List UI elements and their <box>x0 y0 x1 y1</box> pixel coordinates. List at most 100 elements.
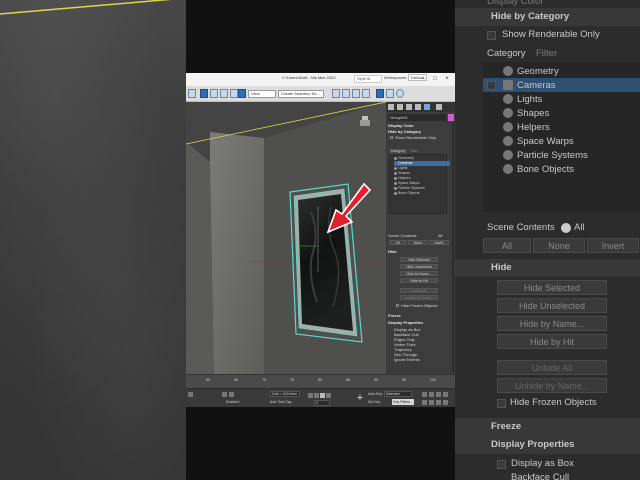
zoom-cat-6: Particle Systems <box>517 150 588 161</box>
zoom-freeze-title: Freeze <box>491 421 522 432</box>
bone-icon <box>394 192 397 195</box>
material-editor-icon[interactable] <box>376 89 384 98</box>
render-icon[interactable] <box>396 89 404 98</box>
next-frame-icon[interactable] <box>326 393 331 398</box>
window-crossing-icon[interactable] <box>230 89 238 98</box>
renderable-checkbox[interactable] <box>390 136 393 139</box>
show-renderable-label: Show Renderable Only <box>395 135 437 140</box>
zoom-hide-title: Hide <box>491 262 512 273</box>
zoom-shape-icon <box>503 108 513 118</box>
isolate-icon[interactable] <box>222 392 227 397</box>
geometry-icon <box>394 157 397 160</box>
zoom-btn-invert: Invert <box>587 238 639 253</box>
close-button[interactable]: × <box>442 75 452 84</box>
unhide-by-name-button[interactable]: Unhide by Name... <box>400 295 438 300</box>
scene-all-radio[interactable]: All <box>438 233 442 238</box>
timeline-tick: 60 <box>206 378 210 382</box>
zoom-backface-cull: Backface Cull <box>511 472 570 480</box>
object-name-field[interactable]: Group001 <box>388 114 446 121</box>
set-key-plus-icon[interactable]: + <box>354 392 366 404</box>
hide-by-name-button[interactable]: Hide by Name... <box>400 271 438 276</box>
script-listener-icon[interactable] <box>188 392 193 397</box>
background-wall-blur <box>0 0 186 480</box>
zoom-tab-category: Category <box>487 48 526 59</box>
timeline-tick: 75 <box>290 378 294 382</box>
title-bar: C:\Users\Staff - 3ds Max 2023 Style M Wo… <box>186 73 455 86</box>
move-icon[interactable] <box>238 89 246 98</box>
main-toolbar: View Create Selection Se... <box>186 86 455 102</box>
render-setup-icon[interactable] <box>386 89 394 98</box>
window-title: C:\Users\Staff - 3ds Max 2023 <box>282 75 336 80</box>
display-color-rollout[interactable]: Display Color <box>388 123 414 128</box>
zoom-hide-unselected: Hide Unselected <box>497 298 607 313</box>
hide-selected-button[interactable]: Hide Selected <box>400 257 438 262</box>
reference-coord-dropdown[interactable]: View <box>248 90 276 98</box>
timeline-tick: 85 <box>346 378 350 382</box>
shape-icon <box>394 172 397 175</box>
invert-button[interactable]: Invert <box>429 240 449 245</box>
display-tab-icon[interactable] <box>424 104 430 110</box>
timeline-tick: 65 <box>234 378 238 382</box>
zoom-hide-selected: Hide Selected <box>497 280 607 295</box>
display-properties-rollout[interactable]: Display Properties <box>388 320 423 325</box>
orbit-icon[interactable] <box>443 392 448 397</box>
auto-key[interactable]: Auto Key <box>368 392 382 396</box>
object-color-swatch[interactable] <box>448 114 454 121</box>
style-search[interactable]: Style M <box>354 75 382 83</box>
zoom-radio-icon <box>561 223 571 233</box>
rect-region-icon[interactable] <box>220 89 228 98</box>
select-object-icon[interactable] <box>200 89 208 98</box>
perspective-viewport[interactable] <box>186 102 386 374</box>
hide-unselected-button[interactable]: Hide Unselected <box>400 264 438 269</box>
hide-frozen-checkbox[interactable] <box>396 304 399 307</box>
hide-by-hit-button[interactable]: Hide by Hit <box>400 278 438 283</box>
fov-icon[interactable] <box>422 400 427 405</box>
scene-explorer-icon[interactable] <box>362 89 370 98</box>
add-time-tag[interactable]: Add Time Tag <box>270 400 291 404</box>
maximize-viewport-icon[interactable] <box>436 400 441 405</box>
particle-icon <box>394 187 397 190</box>
select-by-name-icon[interactable] <box>210 89 218 98</box>
maximize-button[interactable]: □ <box>430 75 440 84</box>
category-item[interactable]: Bone Objects <box>398 191 420 196</box>
key-filters-button[interactable]: Key Filters... <box>392 399 414 405</box>
zoom-scene-all: All <box>574 222 585 233</box>
lock-icon[interactable] <box>229 392 234 397</box>
select-link-icon[interactable] <box>188 89 196 98</box>
utilities-tab-icon[interactable] <box>436 104 442 110</box>
freeze-rollout[interactable]: Freeze <box>388 313 401 318</box>
play-controls-icon[interactable] <box>308 393 313 398</box>
timeline[interactable]: 60 65 70 75 80 85 90 95 100 <box>186 374 455 388</box>
selected-dropdown[interactable]: Selected <box>384 391 412 397</box>
zoom-camera-icon <box>503 80 513 90</box>
motion-tab-icon[interactable] <box>415 104 421 110</box>
all-button[interactable]: All <box>389 240 407 245</box>
mirror-icon[interactable] <box>332 89 340 98</box>
hide-by-category-rollout[interactable]: Hide by Category <box>388 129 421 134</box>
command-panel-tabs <box>386 102 455 112</box>
modify-tab-icon[interactable] <box>397 104 403 110</box>
panel-scrollbar[interactable] <box>452 122 454 372</box>
prop-item[interactable]: Ignore Extents <box>394 357 420 362</box>
hierarchy-tab-icon[interactable] <box>406 104 412 110</box>
zoom-icon[interactable] <box>422 392 427 397</box>
walk-icon[interactable] <box>429 400 434 405</box>
region-zoom-icon[interactable] <box>443 400 448 405</box>
pan-icon[interactable] <box>436 392 441 397</box>
frame-field[interactable]: 0 <box>314 400 330 406</box>
play-icon[interactable] <box>320 393 325 398</box>
set-key[interactable]: Set Key <box>368 400 380 404</box>
selection-set-dropdown[interactable]: Create Selection Se... <box>278 90 324 98</box>
max-window: C:\Users\Staff - 3ds Max 2023 Style M Wo… <box>186 73 455 407</box>
prev-frame-icon[interactable] <box>314 393 319 398</box>
unhide-all-button[interactable]: Unhide All <box>400 288 438 293</box>
minimize-button[interactable]: – <box>418 75 428 84</box>
zoom-display-props-title: Display Properties <box>491 439 575 450</box>
zoom-all-icon[interactable] <box>429 392 434 397</box>
zoom-btn-none: None <box>533 238 585 253</box>
none-button[interactable]: None <box>408 240 428 245</box>
create-tab-icon[interactable] <box>388 104 394 110</box>
align-icon[interactable] <box>342 89 350 98</box>
layer-icon[interactable] <box>352 89 360 98</box>
hide-rollout[interactable]: Hide <box>388 249 397 254</box>
